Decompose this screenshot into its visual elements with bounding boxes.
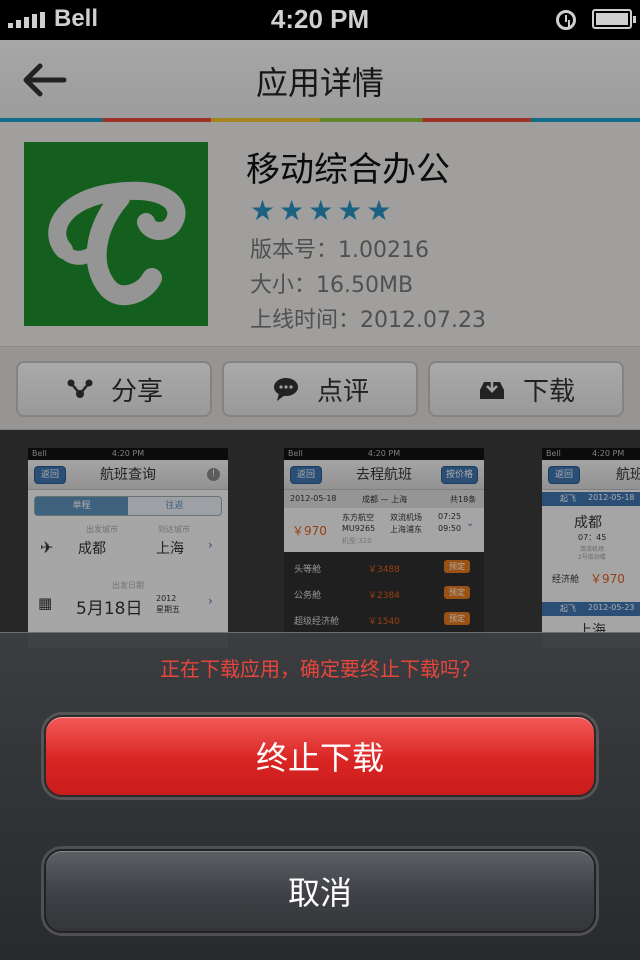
status-time: 4:20 PM	[270, 4, 370, 34]
confirm-message: 正在下载应用，确定要终止下载吗？	[160, 657, 480, 681]
battery-icon	[592, 9, 636, 29]
action-sheet: 正在下载应用，确定要终止下载吗？ 终止下载 取消	[0, 632, 640, 960]
alarm-clock-icon	[556, 10, 576, 30]
status-bar: Bell 4:20 PM	[0, 0, 640, 40]
stop-download-button[interactable]: 终止下载	[44, 715, 596, 797]
cancel-button[interactable]: 取消	[44, 849, 596, 933]
